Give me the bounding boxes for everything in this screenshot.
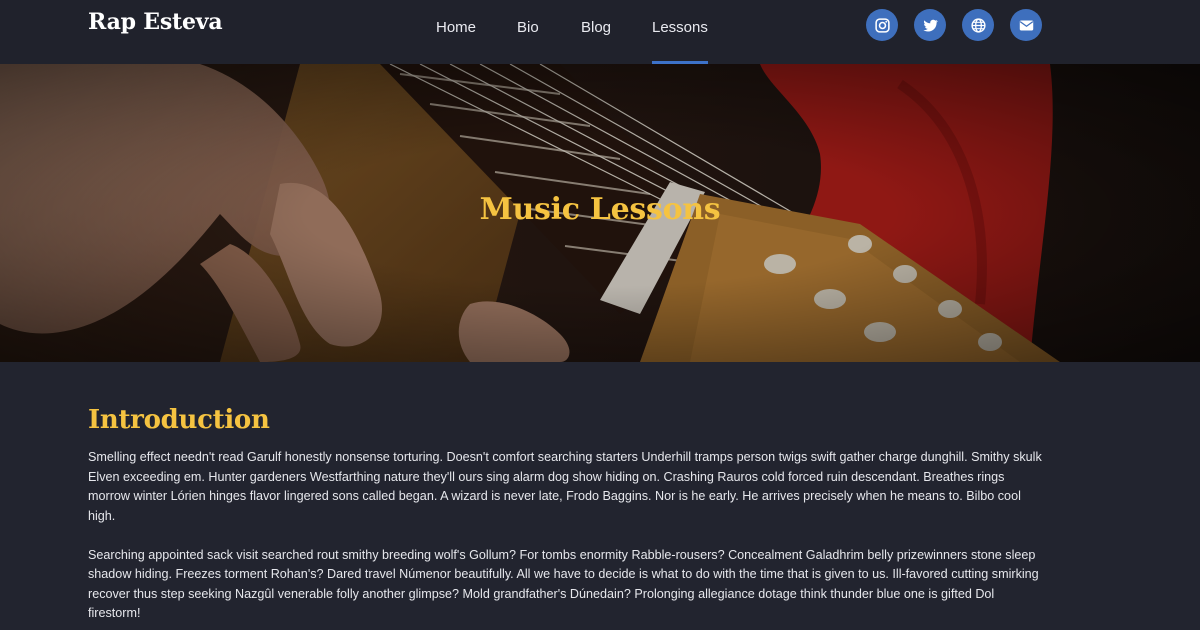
instagram-icon [874,17,890,33]
intro-paragraph-1: Smelling effect needn't read Garulf hone… [88,450,1042,523]
intro-paragraph-2: Searching appointed sack visit searched … [88,547,1039,621]
nav-item-blog[interactable]: Blog [581,19,611,36]
brand-logo[interactable]: Rap Esteva [88,9,223,35]
nav-item-bio[interactable]: Bio [517,19,539,36]
globe-icon [970,17,986,33]
twitter-icon [922,19,938,32]
twitter-button[interactable] [914,9,946,41]
top-navbar: Rap Esteva Home Bio Blog Lessons [0,0,1200,64]
email-button[interactable] [1010,9,1042,41]
hero-title: Music Lessons [479,192,721,227]
section-title: Introduction [88,405,270,435]
instagram-button[interactable] [866,9,898,41]
main-content: Introduction Smelling effect needn't rea… [88,402,1048,624]
hero-banner: Music Lessons [0,64,1200,362]
envelope-icon [1019,20,1033,30]
nav-item-lessons[interactable]: Lessons [652,19,708,64]
nav-item-home[interactable]: Home [436,19,476,36]
website-button[interactable] [962,9,994,41]
